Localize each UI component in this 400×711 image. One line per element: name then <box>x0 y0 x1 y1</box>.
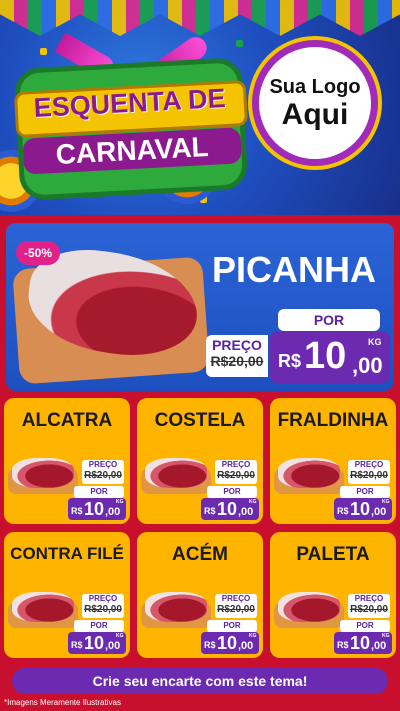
price-box: R$ 10,00 KG <box>201 632 259 654</box>
old-price-box: PREÇO R$20,00 <box>348 460 390 484</box>
preco-label: PREÇO <box>221 594 251 603</box>
logo-line1: Sua Logo <box>269 75 361 98</box>
currency-symbol: R$ <box>204 506 216 516</box>
old-price-box: PREÇO R$20,00 <box>82 594 124 618</box>
product-grid: ALCATRA PREÇO R$20,00 POR R$ 10,00 KG COSTE… <box>4 398 396 664</box>
featured-product-name: PICANHA <box>211 249 376 290</box>
images-disclaimer: *Imagens Meramente Ilustrativas <box>4 698 121 707</box>
price-cents: ,00 <box>371 506 387 518</box>
currency-symbol: R$ <box>71 506 83 516</box>
currency-symbol: R$ <box>337 640 349 650</box>
price-integer: 10 <box>350 633 371 653</box>
carnival-title-badge: ESQUENTA DE CARNAVAL <box>13 62 248 196</box>
price-integer: 10 <box>304 335 347 377</box>
old-price-box: PREÇO R$20,00 <box>348 594 390 618</box>
featured-price-box: R$ 10 ,00 KG <box>270 331 390 383</box>
product-name: FRALDINHA <box>277 410 389 431</box>
currency-symbol: R$ <box>71 640 83 650</box>
product-name: PALETA <box>296 544 370 565</box>
product-card: ACÉM PREÇO R$20,00 POR R$ 10,00 KG <box>137 532 263 658</box>
old-price: R$20,00 <box>84 604 122 615</box>
preco-label: PREÇO <box>354 460 384 469</box>
por-label: POR <box>74 620 124 632</box>
price-cents: ,00 <box>238 640 254 652</box>
price-unit: KG <box>249 499 257 505</box>
por-label: POR <box>207 620 257 632</box>
logo-line2: Aqui <box>281 97 349 131</box>
meat-image <box>278 458 340 488</box>
currency-symbol: R$ <box>278 351 302 371</box>
preco-label: PREÇO <box>88 594 118 603</box>
old-price: R$20,00 <box>217 470 255 481</box>
product-name: CONTRA FILÉ <box>10 544 124 563</box>
create-flyer-cta[interactable]: Crie seu encarte com este tema! <box>12 668 388 694</box>
currency-symbol: R$ <box>337 506 349 516</box>
product-card: CONTRA FILÉ PREÇO R$20,00 POR R$ 10,00 KG <box>4 532 130 658</box>
product-name: ACÉM <box>172 544 228 565</box>
price-integer: 10 <box>84 633 105 653</box>
old-price: R$20,00 <box>350 470 388 481</box>
carnival-header: ESQUENTA DE CARNAVAL Sua Logo Aqui <box>0 0 400 215</box>
product-card: FRALDINHA PREÇO R$20,00 POR R$ 10,00 KG <box>270 398 396 524</box>
price-box: R$ 10,00 KG <box>201 498 259 520</box>
price-integer: 10 <box>217 633 238 653</box>
product-name: ALCATRA <box>21 410 113 431</box>
price-integer: 10 <box>350 499 371 519</box>
product-card: PALETA PREÇO R$20,00 POR R$ 10,00 KG <box>270 532 396 658</box>
preco-label: PREÇO <box>221 460 251 469</box>
logo-placeholder: Sua Logo Aqui <box>252 40 378 166</box>
old-price: R$20,00 <box>217 604 255 615</box>
por-label: POR <box>207 486 257 498</box>
por-label: POR <box>340 486 390 498</box>
product-card: ALCATRA PREÇO R$20,00 POR R$ 10,00 KG <box>4 398 130 524</box>
price-box: R$ 10,00 KG <box>334 632 392 654</box>
featured-old-price-box: PREÇO R$20,00 <box>206 335 268 377</box>
price-unit: KG <box>382 633 390 639</box>
meat-image <box>12 592 74 622</box>
old-price: R$20,00 <box>350 604 388 615</box>
price-integer: 10 <box>84 499 105 519</box>
product-name: COSTELA <box>154 410 246 431</box>
price-unit: KG <box>368 337 382 347</box>
old-price: R$20,00 <box>84 470 122 481</box>
old-price-box: PREÇO R$20,00 <box>215 594 257 618</box>
discount-badge: -50% <box>16 241 60 265</box>
price-cents: ,00 <box>371 640 387 652</box>
price-unit: KG <box>382 499 390 505</box>
price-cents: ,00 <box>105 506 121 518</box>
preco-label: PREÇO <box>212 337 262 353</box>
price-cents: ,00 <box>352 353 383 378</box>
price-integer: 10 <box>217 499 238 519</box>
price-box: R$ 10,00 KG <box>68 498 126 520</box>
por-label: POR <box>74 486 124 498</box>
old-price-box: PREÇO R$20,00 <box>82 460 124 484</box>
meat-image <box>278 592 340 622</box>
por-label: POR <box>278 309 380 331</box>
price-box: R$ 10,00 KG <box>68 632 126 654</box>
price-cents: ,00 <box>238 506 254 518</box>
meat-image <box>145 592 207 622</box>
preco-label: PREÇO <box>354 594 384 603</box>
meat-image <box>145 458 207 488</box>
price-cents: ,00 <box>105 640 121 652</box>
preco-label: PREÇO <box>88 460 118 469</box>
price-unit: KG <box>116 633 124 639</box>
old-price-box: PREÇO R$20,00 <box>215 460 257 484</box>
price-unit: KG <box>249 633 257 639</box>
featured-product-panel: -50% PICANHA PREÇO R$20,00 POR R$ 10 ,00… <box>6 223 394 391</box>
confetti-decoration <box>40 48 47 55</box>
old-price: R$20,00 <box>210 353 264 369</box>
price-box: R$ 10,00 KG <box>334 498 392 520</box>
product-card: COSTELA PREÇO R$20,00 POR R$ 10,00 KG <box>137 398 263 524</box>
meat-image <box>12 458 74 488</box>
confetti-decoration <box>236 40 243 47</box>
currency-symbol: R$ <box>204 640 216 650</box>
bunting-decoration <box>0 0 400 36</box>
por-label: POR <box>340 620 390 632</box>
price-unit: KG <box>116 499 124 505</box>
